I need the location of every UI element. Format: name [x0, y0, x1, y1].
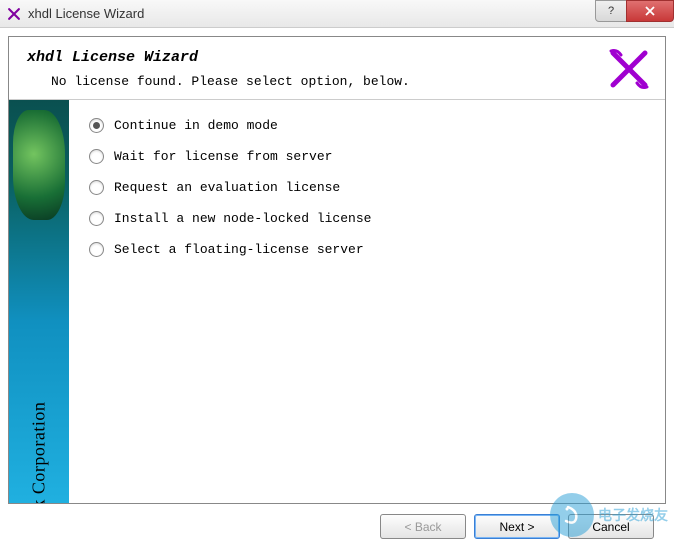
- dialog-body: xhdl License Wizard No license found. Pl…: [0, 28, 674, 551]
- wizard-header: xhdl License Wizard No license found. Pl…: [9, 37, 665, 99]
- wizard-title: xhdl License Wizard: [27, 49, 647, 66]
- help-button[interactable]: ?: [595, 0, 627, 22]
- window-title: xhdl License Wizard: [28, 6, 144, 21]
- option-label: Request an evaluation license: [114, 180, 340, 195]
- radio-icon: [89, 242, 104, 257]
- window-controls: ?: [596, 0, 674, 22]
- button-row: < Back Next > Cancel 电子发烧友: [8, 504, 666, 543]
- options-area: Continue in demo mode Wait for license f…: [69, 100, 665, 503]
- option-label: Continue in demo mode: [114, 118, 278, 133]
- company-label: X-Tek Corporation: [29, 402, 50, 503]
- wizard-subtitle: No license found. Please select option, …: [27, 74, 647, 89]
- x-logo-icon: [607, 47, 651, 91]
- radio-icon: [89, 149, 104, 164]
- titlebar: xhdl License Wizard ?: [0, 0, 674, 28]
- radio-icon: [89, 211, 104, 226]
- option-install-node-locked[interactable]: Install a new node-locked license: [89, 211, 645, 226]
- option-label: Select a floating-license server: [114, 242, 364, 257]
- cancel-button[interactable]: Cancel: [568, 514, 654, 539]
- main-row: X-Tek Corporation Continue in demo mode …: [9, 99, 665, 503]
- radio-icon: [89, 180, 104, 195]
- app-icon: [6, 6, 22, 22]
- option-floating-server[interactable]: Select a floating-license server: [89, 242, 645, 257]
- close-button[interactable]: [626, 0, 674, 22]
- option-wait-server[interactable]: Wait for license from server: [89, 149, 645, 164]
- back-button[interactable]: < Back: [380, 514, 466, 539]
- content-frame: xhdl License Wizard No license found. Pl…: [8, 36, 666, 504]
- next-button[interactable]: Next >: [474, 514, 560, 539]
- option-label: Wait for license from server: [114, 149, 332, 164]
- side-banner: X-Tek Corporation: [9, 100, 69, 503]
- banner-graphic: [13, 110, 65, 220]
- radio-icon: [89, 118, 104, 133]
- option-request-eval[interactable]: Request an evaluation license: [89, 180, 645, 195]
- option-label: Install a new node-locked license: [114, 211, 371, 226]
- option-demo-mode[interactable]: Continue in demo mode: [89, 118, 645, 133]
